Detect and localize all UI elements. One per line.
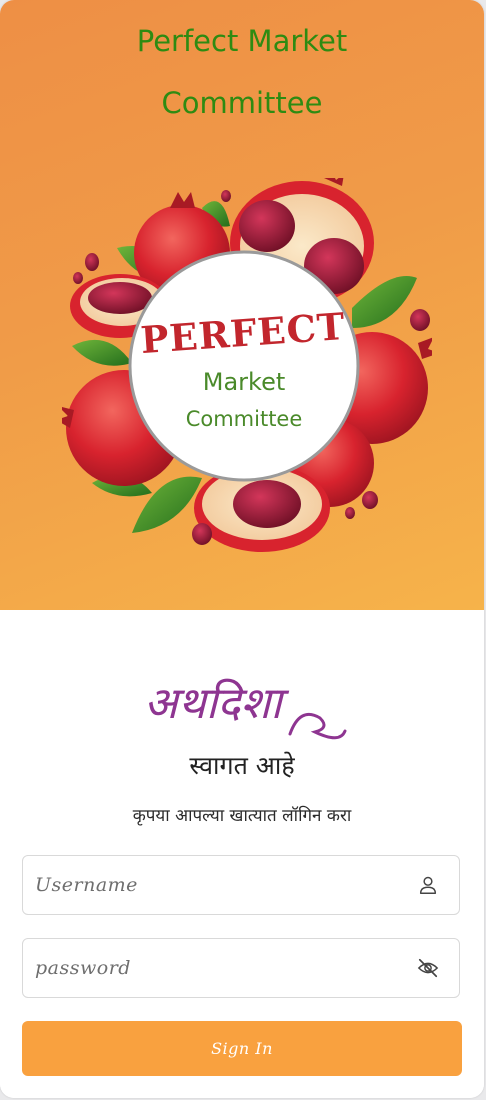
login-subtitle: कृपया आपल्या खात्यात लॉगिन करा <box>132 806 352 826</box>
login-form: अथदिशा स्वागत आहे कृपया आपल्या खात्यात ल… <box>0 610 484 1098</box>
user-icon <box>419 876 437 894</box>
username-input[interactable] <box>35 856 405 914</box>
password-field[interactable] <box>22 938 460 998</box>
badge-word-market: Market <box>203 368 286 396</box>
username-field[interactable] <box>22 855 460 915</box>
brand-logo-text: अथदिशा <box>144 678 289 729</box>
pomegranate-logo-illustration: PERFECT Market Committee <box>62 178 432 552</box>
badge-word-committee: Committee <box>186 407 303 431</box>
leaf-right-upper <box>352 276 417 328</box>
eye-off-icon[interactable] <box>417 957 439 979</box>
center-badge <box>128 250 360 482</box>
hero-banner: Perfect Market Committee PERFECT Market … <box>0 0 484 610</box>
app-title: Perfect Market Committee <box>0 10 484 134</box>
app-title-line-1: Perfect Market <box>136 24 348 58</box>
welcome-heading: स्वागत आहे <box>189 751 295 780</box>
brand-logo-swash <box>288 713 347 740</box>
brand-logo: अथदिशा <box>144 678 347 740</box>
sign-in-button[interactable]: Sign In <box>22 1021 462 1076</box>
leaf-left-mid <box>72 339 132 366</box>
login-card: Perfect Market Committee PERFECT Market … <box>0 0 484 1098</box>
app-title-line-2: Committee <box>161 86 323 120</box>
password-input[interactable] <box>35 939 405 997</box>
